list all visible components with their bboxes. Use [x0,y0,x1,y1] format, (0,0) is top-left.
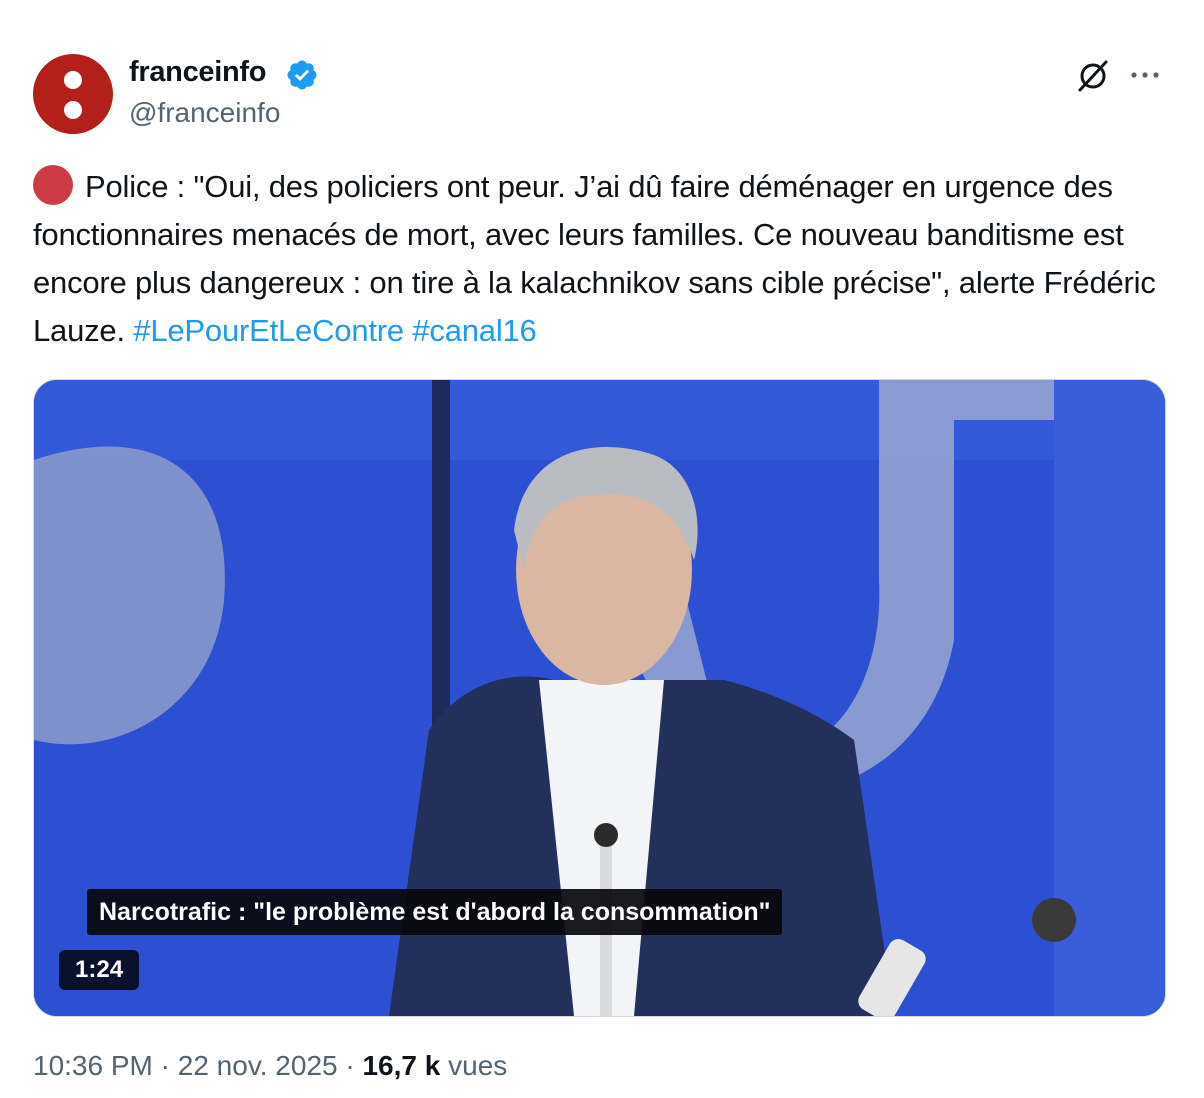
views-count: 16,7 k [362,1050,441,1081]
red-circle-emoji-icon [33,165,73,205]
verified-badge-icon[interactable] [285,58,319,92]
tweet-date[interactable]: 22 nov. 2025 [178,1050,338,1081]
hashtag-link[interactable]: #canal16 [412,313,536,348]
more-icon[interactable] [1126,66,1164,84]
grok-icon[interactable] [1074,57,1112,95]
tweet-text: Police : "Oui, des policiers ont peur. J… [33,163,1173,355]
views-label: vues [448,1050,508,1081]
video-duration: 1:24 [59,950,140,990]
author-avatar[interactable] [33,54,113,134]
video-subtitle: Narcotrafic : "le problème est d'abord l… [87,889,783,935]
avatar-dot-bottom-left [64,101,82,119]
meta-separator: · [345,1050,355,1081]
tweet-time[interactable]: 10:36 PM [33,1050,153,1081]
hashtag-link[interactable]: #LePourEtLeContre [133,313,404,348]
author-display-name[interactable]: franceinfo [129,56,266,89]
avatar-dot-top [64,71,82,89]
author-handle[interactable]: @franceinfo [129,97,280,129]
meta-separator: · [160,1050,170,1081]
video-player[interactable]: Narcotrafic : "le problème est d'abord l… [33,379,1166,1017]
tweet-meta: 10:36 PM · 22 nov. 2025 · 16,7 k vues [33,1050,507,1082]
